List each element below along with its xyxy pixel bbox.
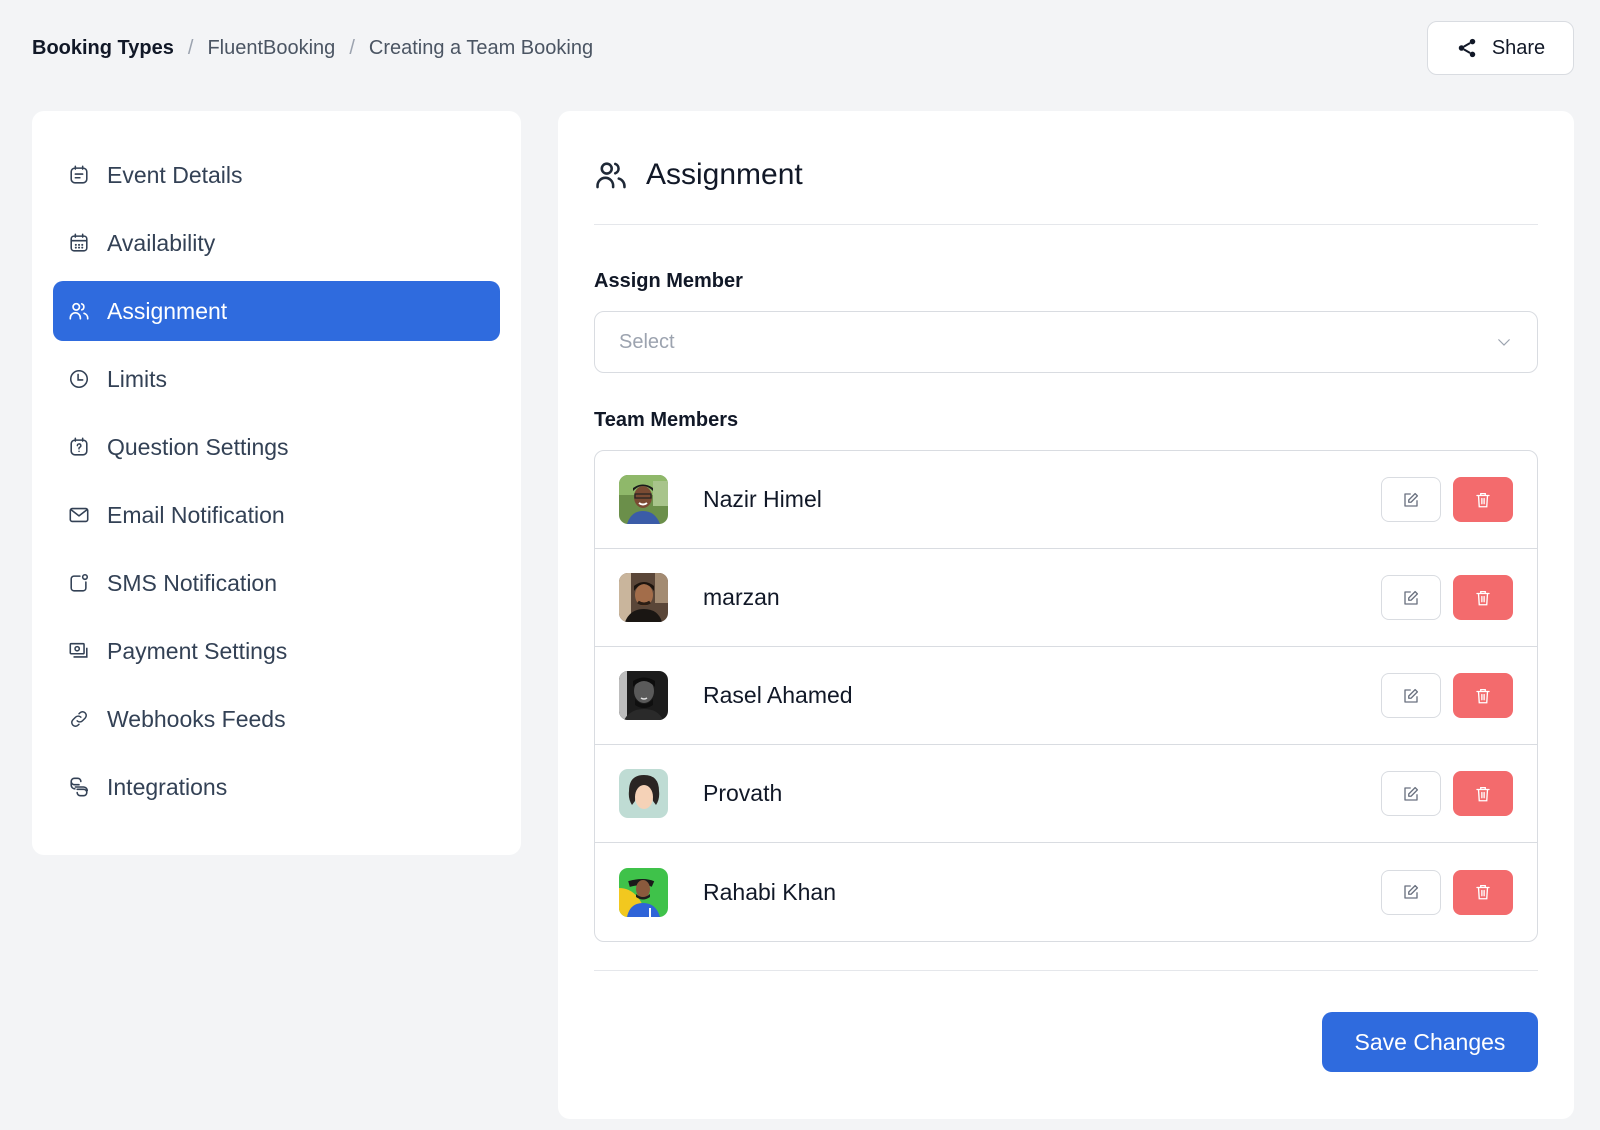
member-row: Provath: [595, 745, 1537, 843]
integrations-icon: [68, 776, 90, 798]
chevron-down-icon: [1498, 339, 1510, 346]
users-icon: [596, 161, 626, 188]
avatar: [619, 671, 668, 720]
sidebar-item-payment-settings[interactable]: Payment Settings: [53, 621, 500, 681]
sidebar-item-webhooks-feeds[interactable]: Webhooks Feeds: [53, 689, 500, 749]
sidebar-item-label: Webhooks Feeds: [107, 705, 286, 732]
delete-button[interactable]: [1453, 771, 1513, 816]
member-name: Rasel Ahamed: [703, 682, 853, 708]
assignment-panel: Assignment Assign Member Select Team Mem…: [558, 111, 1574, 1119]
sidebar-item-question-settings[interactable]: Question Settings: [53, 417, 500, 477]
sidebar-item-email-notification[interactable]: Email Notification: [53, 485, 500, 545]
link-icon: [68, 708, 90, 730]
avatar: [619, 573, 668, 622]
share-label: Share: [1491, 36, 1546, 59]
calendar-icon: [68, 232, 90, 254]
breadcrumb: Booking Types / FluentBooking / Creating…: [32, 34, 593, 62]
row-actions: [1381, 673, 1513, 718]
trash-icon: [1476, 590, 1490, 605]
sms-notification-icon: [68, 572, 90, 594]
share-icon: [1458, 38, 1476, 58]
trash-icon: [1476, 786, 1490, 801]
mail-icon: [68, 504, 90, 526]
avatar: [619, 867, 668, 917]
sidebar-item-label: Email Notification: [107, 501, 285, 528]
sidebar-item-event-details[interactable]: Event Details: [53, 145, 500, 205]
delete-button[interactable]: [1453, 575, 1513, 620]
member-name: Provath: [703, 780, 783, 806]
edit-icon: [1404, 786, 1419, 801]
breadcrumb-fluentbooking[interactable]: FluentBooking: [207, 34, 335, 62]
edit-icon: [1404, 492, 1419, 507]
calendar-question-icon: [68, 436, 90, 458]
member-row: Rasel Ahamed: [595, 647, 1537, 745]
breadcrumb-booking-types[interactable]: Booking Types: [32, 34, 174, 62]
save-changes-button[interactable]: Save Changes: [1322, 1012, 1538, 1072]
row-actions: [1381, 771, 1513, 816]
sidebar-item-sms-notification[interactable]: SMS Notification: [53, 553, 500, 613]
member-row: marzan: [595, 549, 1537, 647]
sidebar-item-limits[interactable]: Limits: [53, 349, 500, 409]
member-name: marzan: [703, 584, 780, 610]
edit-button[interactable]: [1381, 673, 1441, 718]
member-row: Nazir Himel: [595, 451, 1537, 549]
team-members-label: Team Members: [594, 409, 739, 431]
member-name: Nazir Himel: [703, 486, 822, 512]
avatar: [619, 769, 668, 818]
edit-icon: [1404, 590, 1419, 605]
sidebar-item-availability[interactable]: Availability: [53, 213, 500, 273]
row-actions: [1381, 869, 1513, 915]
trash-icon: [1476, 688, 1490, 703]
sidebar-item-label: Question Settings: [107, 433, 289, 460]
edit-button[interactable]: [1381, 869, 1441, 915]
share-button[interactable]: Share: [1427, 21, 1574, 75]
page-title: Assignment: [646, 157, 803, 191]
trash-icon: [1476, 492, 1490, 507]
member-row: Rahabi Khan: [595, 843, 1537, 941]
sidebar-item-label: Availability: [107, 229, 216, 256]
breadcrumb-separator: /: [187, 37, 194, 59]
edit-icon: [1404, 688, 1419, 703]
assign-member-select[interactable]: Select: [594, 311, 1538, 373]
sidebar-item-label: Integrations: [107, 773, 228, 800]
sidebar-item-label: SMS Notification: [107, 569, 278, 596]
footer-divider: [594, 970, 1538, 971]
settings-sidebar: Event Details Availability Assignment Li…: [32, 111, 521, 855]
panel-header: Assignment: [594, 111, 1538, 225]
sidebar-item-assignment[interactable]: Assignment: [53, 281, 500, 341]
top-bar: Booking Types / FluentBooking / Creating…: [0, 0, 1600, 100]
clock-icon: [68, 368, 90, 390]
delete-button[interactable]: [1453, 869, 1513, 915]
edit-button[interactable]: [1381, 477, 1441, 522]
team-members-list: Nazir Himel marzan Rasel Ahamed Provath …: [594, 450, 1538, 942]
edit-icon: [1404, 884, 1419, 899]
row-actions: [1381, 477, 1513, 522]
users-icon: [68, 300, 90, 322]
trash-icon: [1476, 884, 1490, 900]
sidebar-item-integrations[interactable]: Integrations: [53, 757, 500, 817]
assign-member-label: Assign Member: [594, 270, 743, 292]
sidebar-item-label: Limits: [107, 365, 168, 392]
edit-button[interactable]: [1381, 771, 1441, 816]
sidebar-item-label: Event Details: [107, 161, 243, 188]
row-actions: [1381, 575, 1513, 620]
calendar-note-icon: [68, 164, 90, 186]
delete-button[interactable]: [1453, 477, 1513, 522]
edit-button[interactable]: [1381, 575, 1441, 620]
payment-icon: [68, 640, 90, 662]
delete-button[interactable]: [1453, 673, 1513, 718]
select-placeholder: Select: [619, 330, 675, 353]
breadcrumb-separator: /: [349, 37, 355, 59]
breadcrumb-current: Creating a Team Booking: [368, 37, 594, 59]
avatar: [619, 475, 668, 524]
sidebar-item-label: Payment Settings: [107, 637, 288, 664]
sidebar-item-label: Assignment: [107, 297, 228, 324]
member-name: Rahabi Khan: [703, 878, 836, 905]
